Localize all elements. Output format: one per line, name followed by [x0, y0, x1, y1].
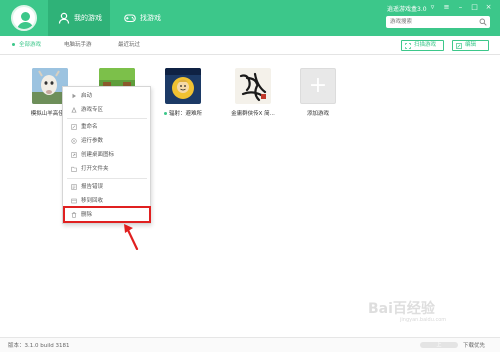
game-tile[interactable]: 金庸群侠传X 简...: [223, 68, 283, 117]
close-icon[interactable]: ×: [484, 3, 493, 12]
game-name-text: 辐射：避难所: [168, 111, 202, 117]
params-icon: [71, 137, 77, 144]
progress-label: 上: [436, 342, 442, 348]
folder-icon: [71, 166, 77, 172]
maximize-icon[interactable]: □: [470, 3, 479, 12]
top-bar: 我的游戏 找游戏 逍遥游戏盒3.0 ▿ ≡ – □ ×: [0, 0, 500, 36]
menu-item-report-error[interactable]: 报告错误: [63, 181, 151, 193]
tab-my-games[interactable]: 我的游戏: [48, 0, 110, 36]
menu-item-open-folder[interactable]: 打开文件夹: [63, 163, 151, 175]
edit-label: 编辑: [465, 42, 477, 48]
watermark: Bai百经验: [368, 301, 435, 317]
menu-item-label: 启动: [81, 93, 93, 99]
game-name: 辐射：避难所: [153, 109, 213, 117]
tab-recent-games[interactable]: 最近玩过: [118, 36, 140, 55]
tab-find-games[interactable]: 找游戏: [116, 0, 176, 36]
menu-divider: [67, 178, 147, 179]
report-icon: [71, 183, 77, 190]
search-box: [386, 16, 490, 28]
zone-icon: [71, 106, 77, 113]
highlight-box: [63, 206, 151, 223]
scan-icon: [405, 42, 411, 49]
tab-my-games-label: 我的游戏: [74, 14, 102, 22]
menu-item-label: 运行参数: [81, 138, 104, 144]
edit-icon: [456, 42, 462, 49]
add-game-thumb: +: [300, 68, 336, 104]
tab-all-games[interactable]: 全部游戏: [12, 36, 41, 55]
menu-item-label: 创建桌面图标: [81, 152, 115, 158]
status-bar: 版本：3.1.0 build 3181 上 下载优先: [0, 337, 500, 352]
menu-item-label: 重命名: [81, 124, 98, 130]
arrow-icon: [124, 224, 139, 250]
shortcut-icon: [71, 151, 77, 158]
calligraphy-icon: [235, 68, 271, 104]
window-controls: ▿ ≡ – □ ×: [428, 3, 493, 12]
game-tile[interactable]: 辐射：避难所: [153, 68, 213, 117]
app-title: 逍遥游戏盒3.0: [387, 6, 427, 13]
edit-button[interactable]: 编辑: [452, 40, 489, 51]
vault-boy-icon: [165, 68, 201, 104]
watermark-url: jingyan.baidu.com: [400, 317, 447, 323]
menu-item-rename[interactable]: 重命名: [63, 121, 151, 133]
person-icon: [58, 12, 70, 24]
shirt-icon[interactable]: ▿: [428, 3, 437, 12]
scan-games-button[interactable]: 扫描游戏: [401, 40, 444, 51]
game-name: 金庸群侠传X 简...: [231, 111, 275, 117]
scan-games-label: 扫描游戏: [414, 42, 437, 48]
gamepad-icon: [124, 14, 136, 23]
download-priority-button[interactable]: 下载优先: [463, 341, 485, 349]
menu-item-run-params[interactable]: 运行参数: [63, 135, 151, 147]
menu-icon[interactable]: ≡: [442, 3, 451, 12]
plus-icon: +: [308, 73, 328, 98]
download-progress[interactable]: 上: [420, 342, 458, 348]
move-icon: [71, 198, 77, 203]
menu-item-label: 打开文件夹: [81, 166, 109, 172]
rename-icon: [71, 123, 77, 130]
menu-item-label: 游戏专区: [81, 107, 104, 113]
version-text: 版本：3.1.0 build 3181: [8, 343, 70, 349]
minimize-icon[interactable]: –: [456, 3, 465, 12]
tab-find-games-label: 找游戏: [140, 14, 161, 22]
tab-pc-mobile-games[interactable]: 电脑玩手游: [64, 36, 92, 55]
search-icon[interactable]: [479, 18, 487, 26]
play-icon: [72, 93, 76, 98]
search-input[interactable]: [386, 16, 476, 28]
menu-item-launch[interactable]: 启动: [63, 90, 151, 102]
menu-divider: [67, 118, 147, 119]
menu-item-label: 移到回收: [81, 198, 104, 204]
avatar[interactable]: [11, 5, 37, 31]
menu-item-create-shortcut[interactable]: 创建桌面图标: [63, 149, 151, 161]
menu-item-game-zone[interactable]: 游戏专区: [63, 104, 151, 116]
menu-item-label: 报告错误: [81, 184, 104, 190]
installed-dot: [163, 112, 167, 115]
add-game-tile[interactable]: + 添加游戏: [288, 68, 348, 117]
add-game-label: 添加游戏: [306, 111, 329, 117]
context-menu: 启动 游戏专区 重命名 运行参数 创建桌面图标 打开文件夹 报告错误 移到回收 …: [62, 86, 151, 224]
